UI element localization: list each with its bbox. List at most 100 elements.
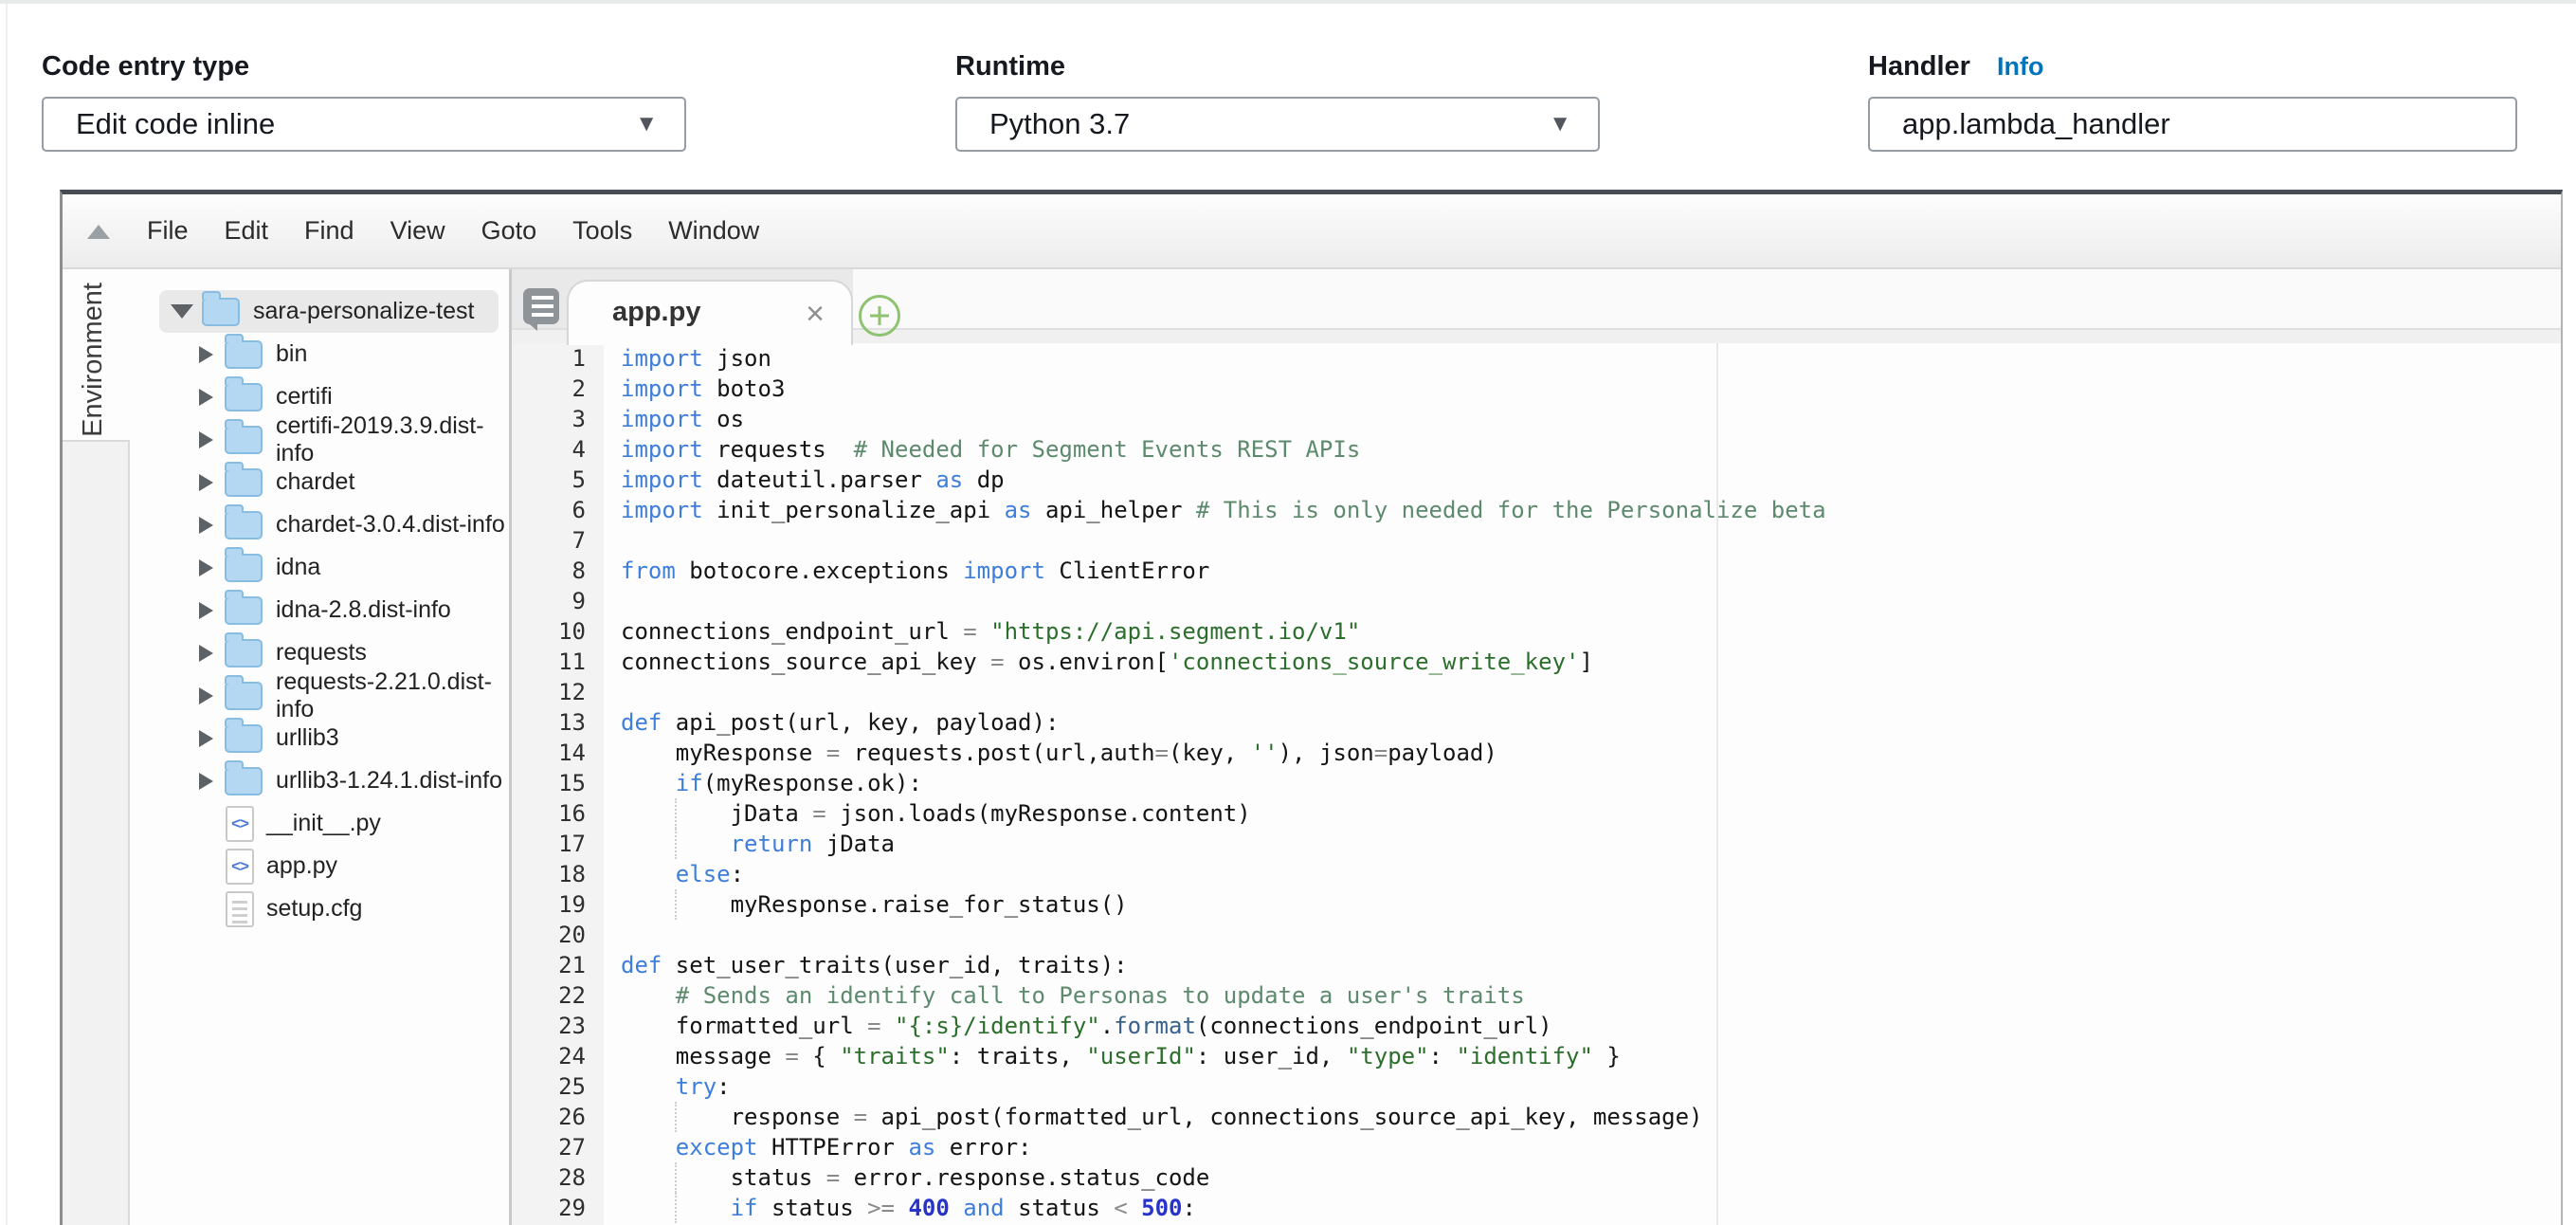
handler-field: Handler Info [1868,42,2517,152]
chevron-expanded-icon[interactable] [171,304,193,319]
code-line: 19 myResponse.raise_for_status() [512,889,2561,920]
indent-guide [675,798,677,829]
chevron-collapsed-icon[interactable] [199,559,213,576]
tree-item-idna-2-8-dist-info[interactable]: idna-2.8.dist-info [130,589,509,631]
menu-item-view[interactable]: View [372,216,463,246]
tree-item-label: app.py [266,852,337,880]
page-left-edge [6,4,8,1225]
line-number: 13 [512,707,604,738]
editor-menu: FileEditFindViewGotoToolsWindow [129,193,777,268]
code-line: 18 else: [512,859,2561,889]
code-line: 21def set_user_traits(user_id, traits): [512,950,2561,980]
code-text: def api_post(url, key, payload): [604,707,1059,738]
chevron-collapsed-icon[interactable] [199,687,213,704]
code-line: 26 response = api_post(formatted_url, co… [512,1102,2561,1132]
tree-item-certifi-2019-3-9-dist-info[interactable]: certifi-2019.3.9.dist-info [130,418,509,461]
code-text: if status >= 400 and status < 500: [604,1193,1196,1223]
handler-input[interactable] [1902,107,2483,141]
python-file-icon: <> [226,849,254,885]
tab-list-icon[interactable] [523,288,559,324]
python-file-icon: <> [226,806,254,842]
menu-item-file[interactable]: File [129,216,207,246]
tree-item-label: idna [276,554,320,581]
code-line: 24 message = { "traits": traits, "userId… [512,1041,2561,1071]
chevron-collapsed-icon[interactable] [199,474,213,491]
indent-guide [675,829,677,859]
line-number: 29 [512,1193,604,1223]
tree-item-label: certifi-2019.3.9.dist-info [276,412,509,467]
menu-item-find[interactable]: Find [286,216,372,246]
tree-item-requests-2-21-0-dist-info[interactable]: requests-2.21.0.dist-info [130,674,509,717]
tree-item-idna[interactable]: idna [130,546,509,589]
code-line: 23 formatted_url = "{:s}/identify".forma… [512,1011,2561,1041]
tree-item-app-py[interactable]: <> app.py [130,845,509,887]
indent-guide [675,1193,677,1223]
code-text: connections_source_api_key = os.environ[… [604,647,1593,677]
chevron-collapsed-icon[interactable] [199,346,213,363]
code-line: 9 [512,586,2561,616]
file-tree: sara-personalize-testbincertificertifi-2… [130,269,509,1225]
code-text: import os [604,404,744,434]
line-number: 10 [512,616,604,647]
code-line: 13def api_post(url, key, payload): [512,707,2561,738]
code-text [604,525,621,556]
new-tab-button[interactable] [859,295,900,337]
menu-item-goto[interactable]: Goto [463,216,555,246]
chevron-collapsed-icon[interactable] [199,389,213,406]
sidebar-strip [63,440,130,1225]
collapse-editor-icon[interactable] [87,225,110,239]
code-line: 27 except HTTPError as error: [512,1132,2561,1162]
config-file-icon [226,891,254,927]
code-line: 29 if status >= 400 and status < 500: [512,1193,2561,1223]
chevron-collapsed-icon[interactable] [199,517,213,534]
handler-label: Handler [1868,51,1970,82]
code-editor-window: FileEditFindViewGotoToolsWindow Environm… [60,190,2563,1225]
runtime-value: Python 3.7 [989,107,1130,141]
code-entry-type-label: Code entry type [42,42,686,91]
menu-item-window[interactable]: Window [650,216,777,246]
tree-item-chardet-3-0-4-dist-info[interactable]: chardet-3.0.4.dist-info [130,503,509,546]
tab-app-py[interactable]: app.py × [567,280,853,345]
line-number: 23 [512,1011,604,1041]
tree-item-urllib3[interactable]: urllib3 [130,717,509,759]
folder-icon [225,724,263,753]
code-text: connections_endpoint_url = "https://api.… [604,616,1360,647]
code-entry-type-select[interactable]: Edit code inline ▼ [42,97,686,152]
tree-item-urllib3-1-24-1-dist-info[interactable]: urllib3-1.24.1.dist-info [130,759,509,802]
close-tab-icon[interactable]: × [806,298,825,330]
tab-environment[interactable]: Environment [63,275,123,444]
code-text: try: [604,1071,731,1102]
runtime-select[interactable]: Python 3.7 ▼ [955,97,1600,152]
chevron-collapsed-icon[interactable] [199,645,213,662]
chevron-collapsed-icon[interactable] [199,431,213,448]
handler-info-link[interactable]: Info [1997,52,2043,82]
chevron-collapsed-icon[interactable] [199,602,213,619]
tree-item-setup-cfg[interactable]: setup.cfg [130,887,509,930]
chevron-collapsed-icon[interactable] [199,773,213,790]
folder-icon [225,340,263,369]
line-number: 8 [512,556,604,586]
code-text: import boto3 [604,374,785,404]
menu-item-edit[interactable]: Edit [207,216,287,246]
tree-item-chardet[interactable]: chardet [130,461,509,503]
code-entry-type-field: Code entry type Edit code inline ▼ [42,42,686,152]
chevron-collapsed-icon[interactable] [199,730,213,747]
tree-item--init-py[interactable]: <> __init__.py [130,802,509,845]
code-text: myResponse.raise_for_status() [604,889,1128,920]
code-content[interactable]: 1import json2import boto33import os4impo… [512,343,2561,1225]
line-number: 17 [512,829,604,859]
code-text: from botocore.exceptions import ClientEr… [604,556,1209,586]
code-text: import json [604,343,771,374]
folder-icon [225,383,263,411]
menu-item-tools[interactable]: Tools [554,216,650,246]
code-line: 2import boto3 [512,374,2561,404]
code-line: 5import dateutil.parser as dp [512,465,2561,495]
folder-icon [225,682,263,710]
line-number: 6 [512,495,604,525]
tree-item-bin[interactable]: bin [130,333,509,375]
code-text [604,586,621,616]
line-number: 24 [512,1041,604,1071]
tree-item-label: __init__.py [266,810,381,837]
line-number: 16 [512,798,604,829]
tree-item-sara-personalize-test[interactable]: sara-personalize-test [130,290,509,333]
